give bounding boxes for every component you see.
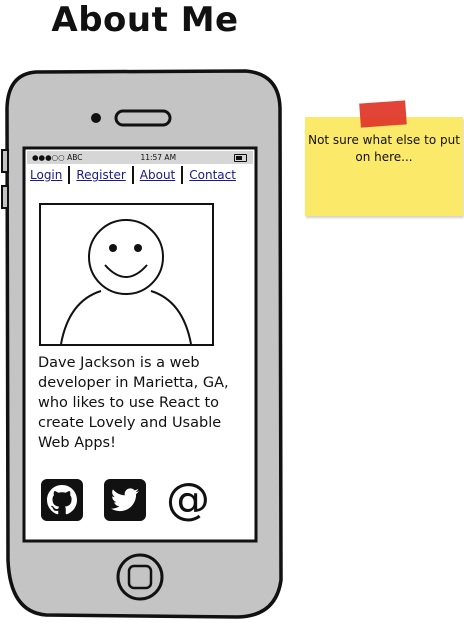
nav-about-link[interactable]: About — [140, 168, 179, 182]
nav-register-link[interactable]: Register — [76, 168, 129, 182]
nav-divider — [131, 166, 134, 184]
twitter-icon — [111, 488, 139, 512]
camera-icon — [91, 113, 101, 123]
carrier-signal: ●●●○○ ABC — [32, 153, 83, 162]
email-at-symbol: @ — [166, 474, 210, 525]
twitter-link[interactable] — [104, 479, 146, 521]
nav-divider — [68, 166, 71, 184]
nav-contact-link[interactable]: Contact — [189, 168, 240, 182]
github-link[interactable] — [41, 479, 83, 521]
bio-text: Dave Jackson is a web developer in Marie… — [38, 355, 229, 451]
phone-screen: ●●●○○ ABC 11:57 AM Login Register About … — [27, 151, 253, 538]
social-links: @ — [41, 474, 210, 525]
nav-divider — [181, 166, 184, 184]
battery-icon — [233, 153, 247, 162]
github-icon — [47, 485, 77, 515]
sticky-note-text: Not sure what else to put on here... — [308, 133, 460, 164]
tape-strip — [359, 100, 407, 128]
smiley-face-icon — [60, 219, 192, 344]
status-time: 11:57 AM — [140, 153, 177, 162]
email-link[interactable]: @ — [166, 474, 210, 525]
nav-bar: Login Register About Contact — [27, 164, 253, 186]
nav-login-link[interactable]: Login — [30, 168, 66, 182]
avatar — [39, 203, 214, 346]
status-bar: ●●●○○ ABC 11:57 AM — [27, 151, 253, 164]
